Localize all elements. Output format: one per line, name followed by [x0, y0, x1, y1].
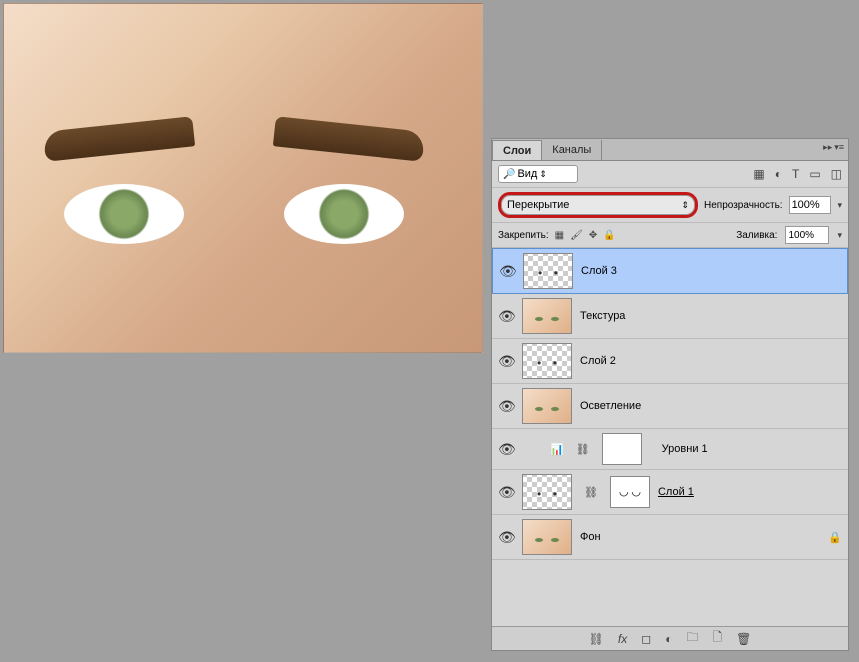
layer-thumbnail[interactable]	[522, 519, 572, 555]
layer-name[interactable]: Уровни 1	[662, 443, 708, 455]
panel-tabs: Слои Каналы ▸▸ ▾≡	[492, 139, 848, 161]
link-icon[interactable]: ⛓	[584, 486, 598, 499]
brow-left	[43, 116, 195, 162]
layer-name[interactable]: Слой 2	[580, 355, 616, 367]
layer-name[interactable]: Фон	[580, 531, 601, 543]
layer-row[interactable]: 👁 Фон 🔒	[492, 515, 848, 560]
lock-label: Закрепить:	[498, 230, 549, 241]
visibility-eye-icon[interactable]: 👁	[498, 353, 514, 370]
layer-name[interactable]: Текстура	[580, 310, 625, 322]
mask-thumbnail[interactable]	[602, 433, 642, 465]
chevron-updown-icon: ⇕	[681, 201, 689, 210]
brow-right	[273, 116, 425, 162]
visibility-eye-icon[interactable]: 👁	[498, 441, 514, 458]
visibility-eye-icon[interactable]: 👁	[498, 484, 514, 501]
layer-name[interactable]: Слой 1	[658, 486, 694, 498]
blend-value: Перекрытие	[507, 199, 569, 211]
visibility-eye-icon[interactable]: 👁	[498, 398, 514, 415]
tab-layers[interactable]: Слои	[492, 140, 542, 160]
panel-footer: ⛓ fx ◻ ◐ 🗀 🗋 🗑	[492, 626, 848, 650]
layer-row-adjustment[interactable]: 👁 📊 ⛓ Уровни 1	[492, 429, 848, 470]
layer-row[interactable]: 👁 Слой 3	[492, 248, 848, 294]
filter-adjust-icon[interactable]: ◐	[775, 167, 782, 181]
fill-caret-icon[interactable]: ▾	[837, 230, 842, 241]
layer-thumbnail[interactable]	[522, 388, 572, 424]
layer-row[interactable]: 👁 Осветление	[492, 384, 848, 429]
canvas[interactable]	[3, 3, 483, 353]
opacity-caret-icon[interactable]: ▾	[837, 200, 842, 211]
new-group-icon[interactable]: 🗀	[686, 628, 698, 649]
new-layer-icon[interactable]: 🗋	[712, 628, 722, 649]
link-layers-icon[interactable]: ⛓	[589, 632, 604, 646]
filter-type-icon[interactable]: T	[792, 167, 799, 181]
lock-row: Закрепить: ▦ 🖌 ✥ 🔒 Заливка: 100% ▾	[492, 223, 848, 248]
workspace-bg	[485, 3, 848, 138]
lock-icon: 🔒	[828, 531, 842, 544]
visibility-eye-icon[interactable]: 👁	[499, 263, 515, 280]
lock-pixels-icon[interactable]: 🖌	[570, 230, 583, 241]
lock-transparent-icon[interactable]: ▦	[555, 230, 564, 241]
opacity-value: 100%	[792, 199, 820, 211]
blend-row: Перекрытие ⇕ Непрозрачность: 100% ▾	[492, 188, 848, 223]
layer-thumbnail[interactable]	[522, 343, 572, 379]
panel-collapse-icon[interactable]: ▸▸	[823, 142, 832, 153]
fill-value: 100%	[788, 230, 814, 241]
canvas-empty-area	[3, 353, 483, 658]
eye-left	[64, 184, 184, 244]
fill-label: Заливка:	[736, 230, 777, 241]
filter-row: 🔎 Вид ⇕ ▦ ◐ T ▭ ◫	[492, 161, 848, 188]
lock-position-icon[interactable]: ✥	[589, 230, 597, 241]
layer-filter-select[interactable]: 🔎 Вид ⇕	[498, 165, 578, 183]
eye-right	[284, 184, 404, 244]
fill-field[interactable]: 100%	[785, 226, 829, 244]
layer-thumbnail[interactable]	[522, 298, 572, 334]
blend-mode-select[interactable]: Перекрытие ⇕	[498, 192, 698, 218]
lock-all-icon[interactable]: 🔒	[603, 230, 615, 241]
layer-row[interactable]: 👁 ⛓ ◡◡ Слой 1	[492, 470, 848, 515]
layer-row[interactable]: 👁 Слой 2	[492, 339, 848, 384]
delete-layer-icon[interactable]: 🗑	[736, 632, 751, 646]
visibility-eye-icon[interactable]: 👁	[498, 308, 514, 325]
layer-effects-icon[interactable]: fx	[618, 632, 627, 646]
layer-name[interactable]: Слой 3	[581, 265, 617, 277]
layer-thumbnail[interactable]	[523, 253, 573, 289]
layer-name[interactable]: Осветление	[580, 400, 641, 412]
opacity-field[interactable]: 100%	[789, 196, 832, 214]
layers-panel: Слои Каналы ▸▸ ▾≡ 🔎 Вид ⇕ ▦ ◐ T ▭ ◫ Пере…	[491, 138, 849, 651]
link-icon[interactable]: ⛓	[576, 443, 590, 456]
tab-channels[interactable]: Каналы	[542, 140, 602, 160]
add-mask-icon[interactable]: ◻	[641, 632, 651, 646]
filter-smart-icon[interactable]: ◫	[831, 167, 842, 181]
filter-pixel-icon[interactable]: ▦	[753, 167, 764, 181]
filter-shape-icon[interactable]: ▭	[809, 167, 820, 181]
layer-row[interactable]: 👁 Текстура	[492, 294, 848, 339]
visibility-eye-icon[interactable]: 👁	[498, 529, 514, 546]
layers-list: 👁 Слой 3 👁 Текстура 👁 Слой 2 👁 Осветлени…	[492, 248, 848, 626]
search-icon: 🔎	[503, 169, 515, 180]
layer-thumbnail[interactable]	[522, 474, 572, 510]
opacity-label: Непрозрачность:	[704, 200, 783, 211]
levels-adjust-icon: 📊	[550, 443, 564, 456]
mask-thumbnail[interactable]: ◡◡	[610, 476, 650, 508]
chevron-updown-icon: ⇕	[539, 169, 547, 180]
panel-menu-icon[interactable]: ▾≡	[834, 142, 844, 153]
filter-label: Вид	[517, 168, 537, 180]
adjustment-layer-icon[interactable]: ◐	[665, 632, 672, 646]
